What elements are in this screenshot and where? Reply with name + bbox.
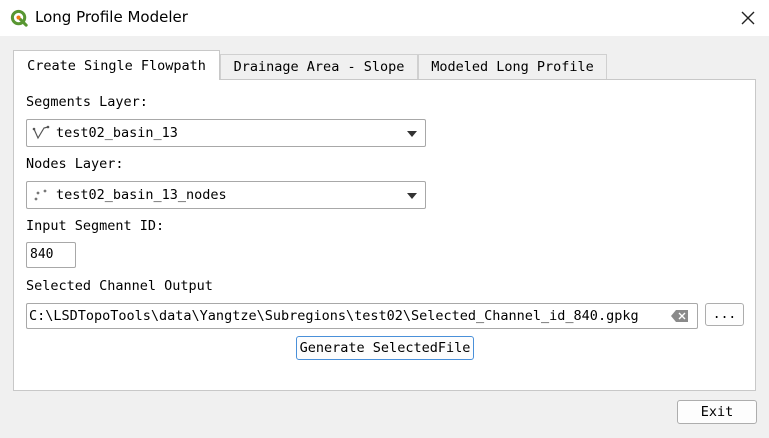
clear-icon[interactable] — [671, 310, 689, 322]
tab-label: Modeled Long Profile — [431, 59, 594, 75]
window-title: Long Profile Modeler — [35, 8, 188, 26]
segments-layer-value: test02_basin_13 — [56, 125, 178, 141]
close-icon — [741, 11, 755, 25]
tab-label: Create Single Flowpath — [27, 57, 206, 74]
segments-layer-combobox[interactable]: test02_basin_13 — [26, 119, 426, 147]
output-path-input[interactable]: C:\LSDTopoTools\data\Yangtze\Subregions\… — [26, 303, 698, 329]
generate-selected-file-button[interactable]: Generate SelectedFile — [296, 336, 474, 360]
title-bar: Long Profile Modeler — [0, 0, 769, 36]
qgis-icon — [10, 9, 28, 27]
tab-panel: Segments Layer: test02_basin_13 Nodes La… — [13, 79, 756, 391]
segment-id-label: Input Segment ID: — [26, 218, 165, 234]
output-path-value: C:\LSDTopoTools\data\Yangtze\Subregions\… — [29, 308, 639, 324]
close-button[interactable] — [736, 6, 760, 30]
point-layer-icon — [34, 189, 47, 201]
nodes-layer-value: test02_basin_13_nodes — [56, 187, 227, 203]
tab-modeled-long-profile[interactable]: Modeled Long Profile — [418, 54, 607, 79]
exit-button[interactable]: Exit — [677, 400, 757, 424]
nodes-layer-combobox[interactable]: test02_basin_13_nodes — [26, 181, 426, 209]
output-label: Selected Channel Output — [26, 278, 213, 294]
tab-drainage-area-slope[interactable]: Drainage Area - Slope — [220, 54, 418, 79]
chevron-down-icon — [407, 131, 417, 137]
tab-label: Drainage Area - Slope — [233, 59, 405, 75]
nodes-layer-label: Nodes Layer: — [26, 156, 124, 172]
line-layer-icon — [32, 125, 50, 140]
segments-layer-label: Segments Layer: — [26, 94, 148, 110]
browse-button[interactable]: ... — [705, 303, 744, 326]
segment-id-input[interactable]: 840 — [26, 242, 76, 268]
tab-create-single-flowpath[interactable]: Create Single Flowpath — [13, 50, 220, 80]
chevron-down-icon — [407, 193, 417, 199]
